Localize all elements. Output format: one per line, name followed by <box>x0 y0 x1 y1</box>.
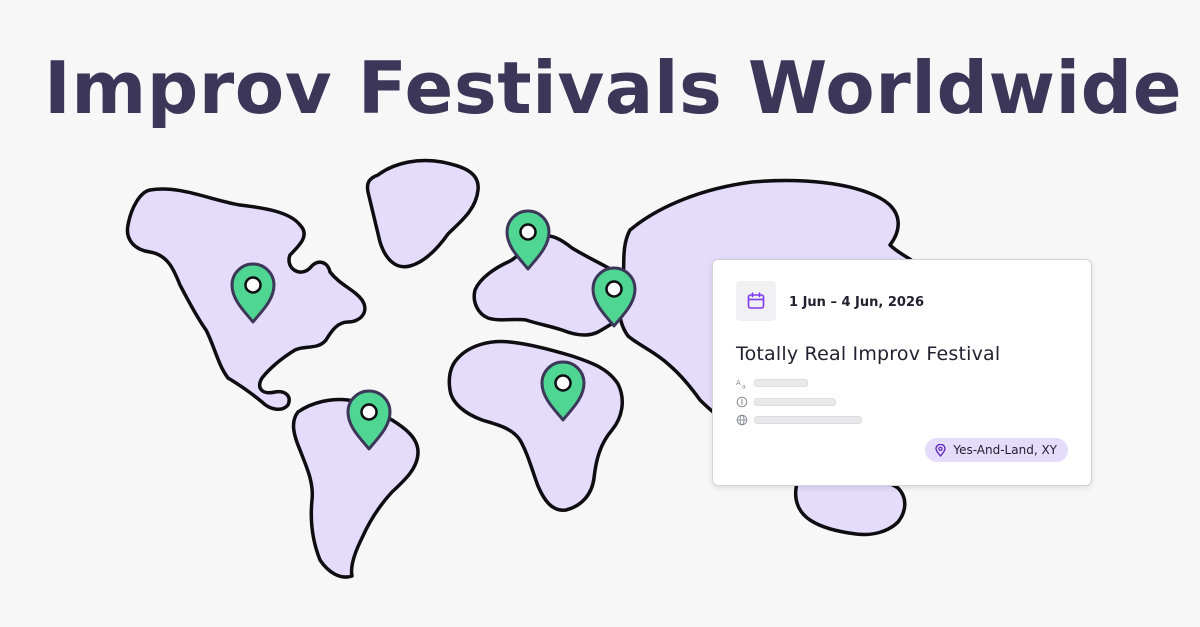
translate-icon: A a <box>736 379 746 390</box>
festival-name: Totally Real Improv Festival <box>736 343 1001 365</box>
meta-bar-language <box>754 379 808 387</box>
location-pin-icon <box>935 443 947 457</box>
currency-icon <box>736 396 748 408</box>
meta-row-language: A a <box>736 377 808 389</box>
continent-greenland <box>365 158 480 269</box>
calendar-icon-box <box>736 281 776 321</box>
meta-bar-website <box>754 416 862 424</box>
meta-row-website <box>736 414 862 426</box>
meta-row-currency <box>736 396 836 408</box>
globe-icon <box>736 414 748 426</box>
festival-card[interactable]: 1 Jun – 4 Jun, 2026 Totally Real Improv … <box>712 259 1092 486</box>
calendar-icon <box>747 292 765 309</box>
continent-australia <box>793 476 907 537</box>
location-badge[interactable]: Yes-And-Land, XY <box>925 438 1068 462</box>
meta-bar-currency <box>754 398 836 406</box>
svg-text:A: A <box>736 379 741 387</box>
festival-date: 1 Jun – 4 Jun, 2026 <box>789 295 925 310</box>
location-text: Yes-And-Land, XY <box>953 443 1057 457</box>
svg-text:a: a <box>742 384 746 390</box>
continent-africa <box>447 339 625 512</box>
